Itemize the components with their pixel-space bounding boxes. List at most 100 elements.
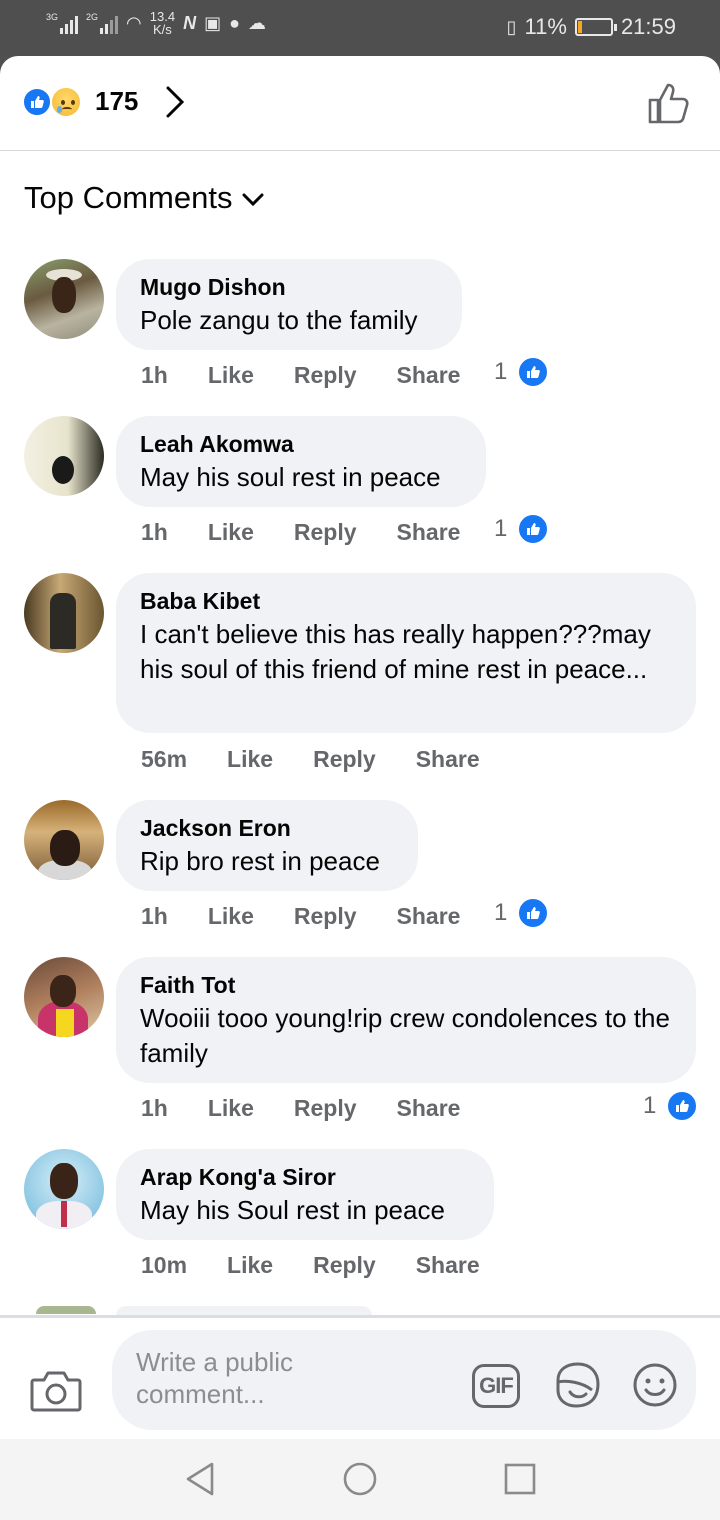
comment-actions: 1h Like Reply Share: [141, 519, 500, 546]
like-icon: [517, 513, 550, 545]
clock: 21:59: [620, 14, 676, 39]
like-button[interactable]: Like: [227, 746, 273, 773]
like-icon: [22, 87, 52, 117]
like-icon: [517, 897, 550, 929]
comment-time[interactable]: 56m: [141, 746, 187, 773]
chevron-down-icon: [242, 193, 264, 207]
like-button[interactable]: Like: [208, 519, 254, 546]
gif-icon[interactable]: GIF: [472, 1364, 520, 1408]
comment-text: May his soul rest in peace: [140, 462, 441, 492]
reply-button[interactable]: Reply: [294, 362, 357, 389]
avatar[interactable]: [24, 800, 104, 880]
reply-button[interactable]: Reply: [294, 1095, 357, 1122]
comment-actions: 10m Like Reply Share: [141, 1252, 520, 1279]
comment-time[interactable]: 1h: [141, 519, 168, 546]
sticker-icon[interactable]: [552, 1360, 602, 1410]
comment-like-count[interactable]: 1: [494, 356, 550, 388]
battery-percent: 11%: [524, 14, 567, 39]
comments-sheet: 175 Top Comments Mugo Dishon Pole zangu …: [0, 56, 720, 1520]
reaction-bar[interactable]: 175: [0, 56, 720, 151]
like-icon: [517, 356, 550, 388]
top-comments-sort[interactable]: Top Comments: [24, 180, 264, 216]
like-post-icon[interactable]: [646, 80, 692, 126]
reply-button[interactable]: Reply: [313, 746, 376, 773]
reply-button[interactable]: Reply: [294, 519, 357, 546]
network-type-label: 3G: [46, 12, 59, 22]
share-button[interactable]: Share: [416, 1252, 480, 1279]
wifi-icon: ◠: [126, 13, 142, 33]
like-button[interactable]: Like: [227, 1252, 273, 1279]
comment-composer: Write a public comment... GIF: [0, 1315, 720, 1439]
comment-bubble[interactable]: Arap Kong'a Siror May his Soul rest in p…: [116, 1149, 494, 1240]
commenter-name[interactable]: Jackson Eron: [140, 812, 394, 844]
like-button[interactable]: Like: [208, 362, 254, 389]
like-count: 1: [643, 1092, 657, 1119]
comment-bubble[interactable]: Faith Tot Wooiii tooo young!rip crew con…: [116, 957, 696, 1083]
home-icon[interactable]: [342, 1461, 378, 1497]
gif-label: GIF: [479, 1373, 514, 1398]
cloud-icon: ☁: [247, 13, 266, 33]
like-icon: [666, 1090, 699, 1122]
share-button[interactable]: Share: [397, 1095, 461, 1122]
status-bar: 3G 2G ◠ 13.4 K/s N ▣ ● ☁ ▯ 11% 21:59: [0, 0, 720, 56]
comment-text: Pole zangu to the family: [140, 305, 418, 335]
recents-icon[interactable]: [502, 1461, 538, 1497]
like-count: 1: [494, 515, 508, 542]
comment-bubble[interactable]: Mugo Dishon Pole zangu to the family: [116, 259, 462, 350]
sort-label: Top Comments: [24, 180, 233, 215]
share-button[interactable]: Share: [397, 903, 461, 930]
comment-time[interactable]: 1h: [141, 1095, 168, 1122]
share-button[interactable]: Share: [397, 519, 461, 546]
comment-time[interactable]: 1h: [141, 362, 168, 389]
comment-like-count[interactable]: 1: [494, 897, 550, 929]
comment-actions: 1h Like Reply Share: [141, 1095, 500, 1122]
commenter-name[interactable]: Mugo Dishon: [140, 271, 438, 303]
status-right: ▯ 11% 21:59: [507, 14, 676, 40]
sad-face-icon: [50, 86, 82, 118]
share-button[interactable]: Share: [416, 746, 480, 773]
network-speed: 13.4 K/s: [150, 10, 175, 36]
avatar[interactable]: [24, 1149, 104, 1229]
commenter-name[interactable]: Faith Tot: [140, 969, 672, 1001]
reply-button[interactable]: Reply: [313, 1252, 376, 1279]
like-count: 1: [494, 358, 508, 385]
comment-actions: 56m Like Reply Share: [141, 746, 520, 773]
commenter-name[interactable]: Leah Akomwa: [140, 428, 462, 460]
back-icon[interactable]: [182, 1461, 218, 1497]
gallery-icon: ▣: [204, 13, 222, 33]
comment-like-count[interactable]: 1: [643, 1090, 699, 1122]
network-speed-unit: K/s: [153, 22, 172, 37]
commenter-name[interactable]: Arap Kong'a Siror: [140, 1161, 470, 1193]
reaction-count[interactable]: 175: [95, 86, 138, 117]
comment-input-placeholder: Write a public comment...: [136, 1347, 294, 1409]
status-left: 3G 2G ◠ 13.4 K/s N ▣ ● ☁: [46, 10, 266, 36]
chevron-right-icon[interactable]: [160, 84, 190, 120]
system-nav-bar: [0, 1439, 720, 1520]
camera-icon[interactable]: [30, 1368, 82, 1412]
avatar[interactable]: [24, 416, 104, 496]
comment-like-count[interactable]: 1: [494, 513, 550, 545]
signal-icon: 2G: [86, 12, 119, 34]
emoji-icon[interactable]: [632, 1362, 678, 1408]
comment-time[interactable]: 10m: [141, 1252, 187, 1279]
comment-bubble[interactable]: Leah Akomwa May his soul rest in peace: [116, 416, 486, 507]
avatar: [36, 1306, 96, 1314]
avatar[interactable]: [24, 259, 104, 339]
comment-actions: 1h Like Reply Share: [141, 903, 500, 930]
comment-bubble[interactable]: Baba Kibet I can't believe this has real…: [116, 573, 696, 733]
commenter-name[interactable]: Baba Kibet: [140, 585, 672, 617]
avatar[interactable]: [24, 957, 104, 1037]
battery-icon: [574, 18, 617, 36]
comment-actions: 1h Like Reply Share: [141, 362, 500, 389]
like-button[interactable]: Like: [208, 903, 254, 930]
comment-input[interactable]: Write a public comment... GIF: [112, 1330, 696, 1430]
comment-time[interactable]: 1h: [141, 903, 168, 930]
comment-text: May his Soul rest in peace: [140, 1195, 445, 1225]
share-button[interactable]: Share: [397, 362, 461, 389]
comment-bubble[interactable]: Jackson Eron Rip bro rest in peace: [116, 800, 418, 891]
comment-text: Wooiii tooo young!rip crew condolences t…: [140, 1003, 670, 1068]
comment-text: I can't believe this has really happen??…: [140, 619, 651, 684]
reply-button[interactable]: Reply: [294, 903, 357, 930]
avatar[interactable]: [24, 573, 104, 653]
like-button[interactable]: Like: [208, 1095, 254, 1122]
